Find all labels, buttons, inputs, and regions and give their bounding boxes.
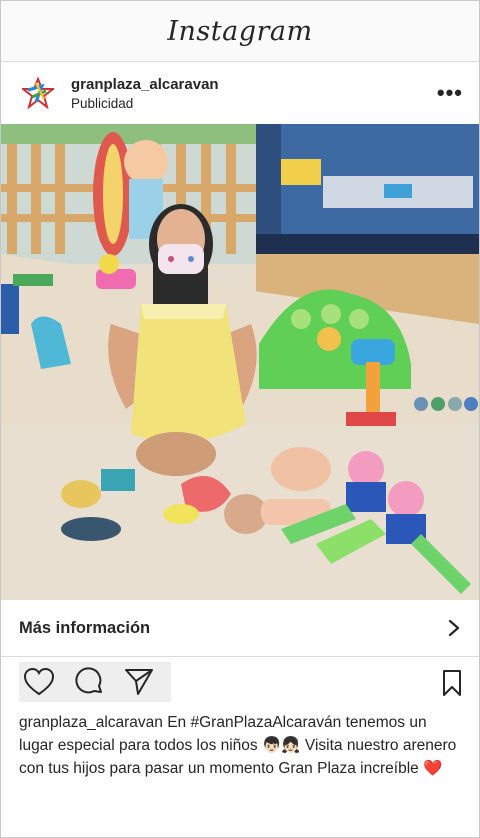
instagram-logo[interactable]: Instagram <box>167 16 312 47</box>
action-buttons <box>19 662 171 702</box>
comment-icon[interactable] <box>73 666 105 698</box>
brand-star-icon <box>22 77 54 109</box>
action-bar <box>1 657 479 707</box>
more-info-bar[interactable]: Más información <box>1 600 479 657</box>
post-caption: granplaza_alcaravan En #GranPlazaAlcarav… <box>1 707 479 780</box>
post-photo[interactable] <box>1 124 479 600</box>
post-image <box>1 124 479 600</box>
account-name[interactable]: granplaza_alcaravan <box>71 76 437 93</box>
send-icon[interactable] <box>123 666 155 698</box>
heart-icon[interactable] <box>23 667 55 697</box>
bookmark-icon[interactable] <box>441 669 463 697</box>
caption-username[interactable]: granplaza_alcaravan <box>19 714 163 731</box>
app-header: Instagram <box>1 1 479 62</box>
more-options-icon[interactable]: ••• <box>437 80 463 106</box>
chevron-right-icon[interactable] <box>447 618 461 638</box>
more-info-label[interactable]: Más información <box>19 619 150 638</box>
instagram-frame: Instagram granplaza_alcaravan Publicidad… <box>0 0 480 838</box>
avatar[interactable] <box>19 74 57 112</box>
post-header: granplaza_alcaravan Publicidad ••• <box>1 62 479 124</box>
sponsored-label: Publicidad <box>71 95 134 111</box>
